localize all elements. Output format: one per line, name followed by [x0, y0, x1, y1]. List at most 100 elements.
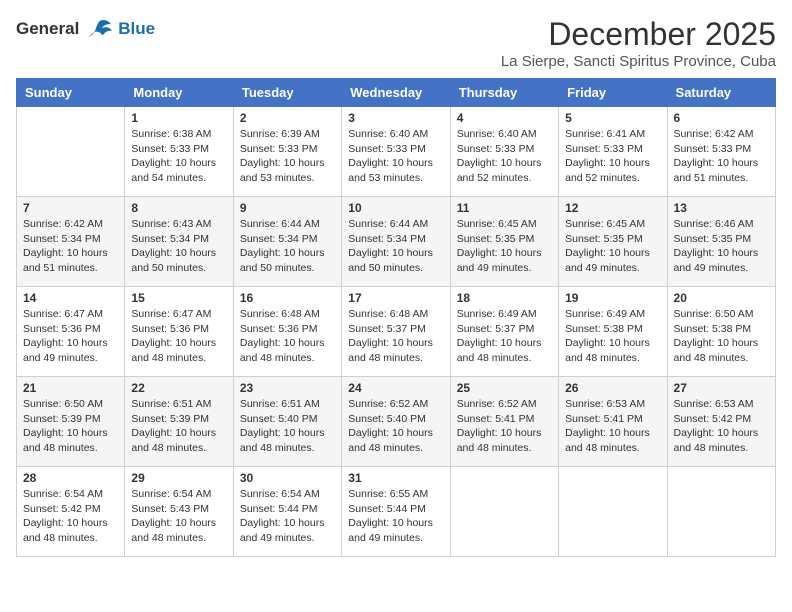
daylight-text: Daylight: 10 hours and 53 minutes.: [348, 157, 433, 184]
daylight-text: Daylight: 10 hours and 53 minutes.: [240, 157, 325, 184]
daylight-text: Daylight: 10 hours and 49 minutes.: [23, 337, 108, 364]
day-number: 24: [348, 381, 443, 395]
cell-content: Sunrise: 6:47 AM Sunset: 5:36 PM Dayligh…: [23, 307, 118, 366]
daylight-text: Daylight: 10 hours and 49 minutes.: [457, 247, 542, 274]
sunrise-text: Sunrise: 6:51 AM: [240, 398, 320, 410]
day-number: 1: [131, 111, 226, 125]
cell-content: Sunrise: 6:40 AM Sunset: 5:33 PM Dayligh…: [348, 127, 443, 186]
day-number: 31: [348, 471, 443, 485]
cell-content: Sunrise: 6:40 AM Sunset: 5:33 PM Dayligh…: [457, 127, 552, 186]
sunrise-text: Sunrise: 6:44 AM: [240, 218, 320, 230]
day-number: 15: [131, 291, 226, 305]
day-number: 5: [565, 111, 660, 125]
daylight-text: Daylight: 10 hours and 48 minutes.: [348, 427, 433, 454]
sunset-text: Sunset: 5:33 PM: [457, 143, 535, 155]
cell-content: Sunrise: 6:44 AM Sunset: 5:34 PM Dayligh…: [348, 217, 443, 276]
calendar-cell: 3 Sunrise: 6:40 AM Sunset: 5:33 PM Dayli…: [342, 107, 450, 197]
calendar-cell: 7 Sunrise: 6:42 AM Sunset: 5:34 PM Dayli…: [17, 197, 125, 287]
sunrise-text: Sunrise: 6:52 AM: [348, 398, 428, 410]
sunrise-text: Sunrise: 6:48 AM: [348, 308, 428, 320]
calendar-cell: [667, 467, 775, 557]
daylight-text: Daylight: 10 hours and 48 minutes.: [131, 427, 216, 454]
calendar-cell: 4 Sunrise: 6:40 AM Sunset: 5:33 PM Dayli…: [450, 107, 558, 197]
sunrise-text: Sunrise: 6:45 AM: [565, 218, 645, 230]
day-number: 4: [457, 111, 552, 125]
calendar-cell: 15 Sunrise: 6:47 AM Sunset: 5:36 PM Dayl…: [125, 287, 233, 377]
daylight-text: Daylight: 10 hours and 48 minutes.: [240, 337, 325, 364]
day-number: 23: [240, 381, 335, 395]
cell-content: Sunrise: 6:51 AM Sunset: 5:40 PM Dayligh…: [240, 397, 335, 456]
daylight-text: Daylight: 10 hours and 50 minutes.: [348, 247, 433, 274]
sunrise-text: Sunrise: 6:53 AM: [565, 398, 645, 410]
calendar-cell: 20 Sunrise: 6:50 AM Sunset: 5:38 PM Dayl…: [667, 287, 775, 377]
sunset-text: Sunset: 5:36 PM: [23, 323, 101, 335]
daylight-text: Daylight: 10 hours and 48 minutes.: [23, 427, 108, 454]
title-section: December 2025 La Sierpe, Sancti Spiritus…: [501, 16, 776, 70]
sunset-text: Sunset: 5:33 PM: [565, 143, 643, 155]
calendar-cell: 9 Sunrise: 6:44 AM Sunset: 5:34 PM Dayli…: [233, 197, 341, 287]
cell-content: Sunrise: 6:54 AM Sunset: 5:44 PM Dayligh…: [240, 487, 335, 546]
day-number: 14: [23, 291, 118, 305]
sunset-text: Sunset: 5:41 PM: [565, 413, 643, 425]
sunrise-text: Sunrise: 6:44 AM: [348, 218, 428, 230]
calendar-cell: 13 Sunrise: 6:46 AM Sunset: 5:35 PM Dayl…: [667, 197, 775, 287]
sunrise-text: Sunrise: 6:49 AM: [565, 308, 645, 320]
sunset-text: Sunset: 5:35 PM: [565, 233, 643, 245]
calendar-cell: 18 Sunrise: 6:49 AM Sunset: 5:37 PM Dayl…: [450, 287, 558, 377]
calendar-cell: 28 Sunrise: 6:54 AM Sunset: 5:42 PM Dayl…: [17, 467, 125, 557]
sunset-text: Sunset: 5:38 PM: [674, 323, 752, 335]
sunrise-text: Sunrise: 6:52 AM: [457, 398, 537, 410]
calendar-cell: [17, 107, 125, 197]
sunset-text: Sunset: 5:37 PM: [457, 323, 535, 335]
daylight-text: Daylight: 10 hours and 48 minutes.: [23, 517, 108, 544]
calendar-cell: 26 Sunrise: 6:53 AM Sunset: 5:41 PM Dayl…: [559, 377, 667, 467]
daylight-text: Daylight: 10 hours and 49 minutes.: [348, 517, 433, 544]
header-monday: Monday: [125, 79, 233, 107]
location-subtitle: La Sierpe, Sancti Spiritus Province, Cub…: [501, 53, 776, 70]
sunset-text: Sunset: 5:33 PM: [240, 143, 318, 155]
sunrise-text: Sunrise: 6:46 AM: [674, 218, 754, 230]
day-number: 13: [674, 201, 769, 215]
daylight-text: Daylight: 10 hours and 48 minutes.: [565, 337, 650, 364]
calendar-week-row: 7 Sunrise: 6:42 AM Sunset: 5:34 PM Dayli…: [17, 197, 776, 287]
sunrise-text: Sunrise: 6:47 AM: [131, 308, 211, 320]
cell-content: Sunrise: 6:52 AM Sunset: 5:40 PM Dayligh…: [348, 397, 443, 456]
cell-content: Sunrise: 6:54 AM Sunset: 5:42 PM Dayligh…: [23, 487, 118, 546]
sunset-text: Sunset: 5:40 PM: [348, 413, 426, 425]
sunrise-text: Sunrise: 6:40 AM: [348, 128, 428, 140]
calendar-cell: 31 Sunrise: 6:55 AM Sunset: 5:44 PM Dayl…: [342, 467, 450, 557]
cell-content: Sunrise: 6:45 AM Sunset: 5:35 PM Dayligh…: [457, 217, 552, 276]
sunset-text: Sunset: 5:35 PM: [674, 233, 752, 245]
sunrise-text: Sunrise: 6:54 AM: [240, 488, 320, 500]
daylight-text: Daylight: 10 hours and 48 minutes.: [457, 427, 542, 454]
calendar-cell: 17 Sunrise: 6:48 AM Sunset: 5:37 PM Dayl…: [342, 287, 450, 377]
daylight-text: Daylight: 10 hours and 48 minutes.: [674, 427, 759, 454]
daylight-text: Daylight: 10 hours and 54 minutes.: [131, 157, 216, 184]
sunset-text: Sunset: 5:35 PM: [457, 233, 535, 245]
sunset-text: Sunset: 5:33 PM: [131, 143, 209, 155]
sunset-text: Sunset: 5:39 PM: [131, 413, 209, 425]
header-thursday: Thursday: [450, 79, 558, 107]
cell-content: Sunrise: 6:50 AM Sunset: 5:39 PM Dayligh…: [23, 397, 118, 456]
logo-blue: Blue: [118, 19, 155, 38]
logo-text: General Blue: [16, 16, 155, 44]
logo-bird-icon: [85, 16, 113, 44]
calendar-table: Sunday Monday Tuesday Wednesday Thursday…: [16, 78, 776, 557]
daylight-text: Daylight: 10 hours and 48 minutes.: [565, 427, 650, 454]
sunset-text: Sunset: 5:44 PM: [240, 503, 318, 515]
day-number: 8: [131, 201, 226, 215]
daylight-text: Daylight: 10 hours and 48 minutes.: [131, 517, 216, 544]
sunrise-text: Sunrise: 6:54 AM: [131, 488, 211, 500]
daylight-text: Daylight: 10 hours and 50 minutes.: [240, 247, 325, 274]
calendar-cell: 16 Sunrise: 6:48 AM Sunset: 5:36 PM Dayl…: [233, 287, 341, 377]
day-number: 6: [674, 111, 769, 125]
day-number: 26: [565, 381, 660, 395]
daylight-text: Daylight: 10 hours and 51 minutes.: [23, 247, 108, 274]
cell-content: Sunrise: 6:50 AM Sunset: 5:38 PM Dayligh…: [674, 307, 769, 366]
cell-content: Sunrise: 6:43 AM Sunset: 5:34 PM Dayligh…: [131, 217, 226, 276]
day-number: 12: [565, 201, 660, 215]
daylight-text: Daylight: 10 hours and 50 minutes.: [131, 247, 216, 274]
sunset-text: Sunset: 5:34 PM: [240, 233, 318, 245]
calendar-cell: 19 Sunrise: 6:49 AM Sunset: 5:38 PM Dayl…: [559, 287, 667, 377]
calendar-week-row: 28 Sunrise: 6:54 AM Sunset: 5:42 PM Dayl…: [17, 467, 776, 557]
